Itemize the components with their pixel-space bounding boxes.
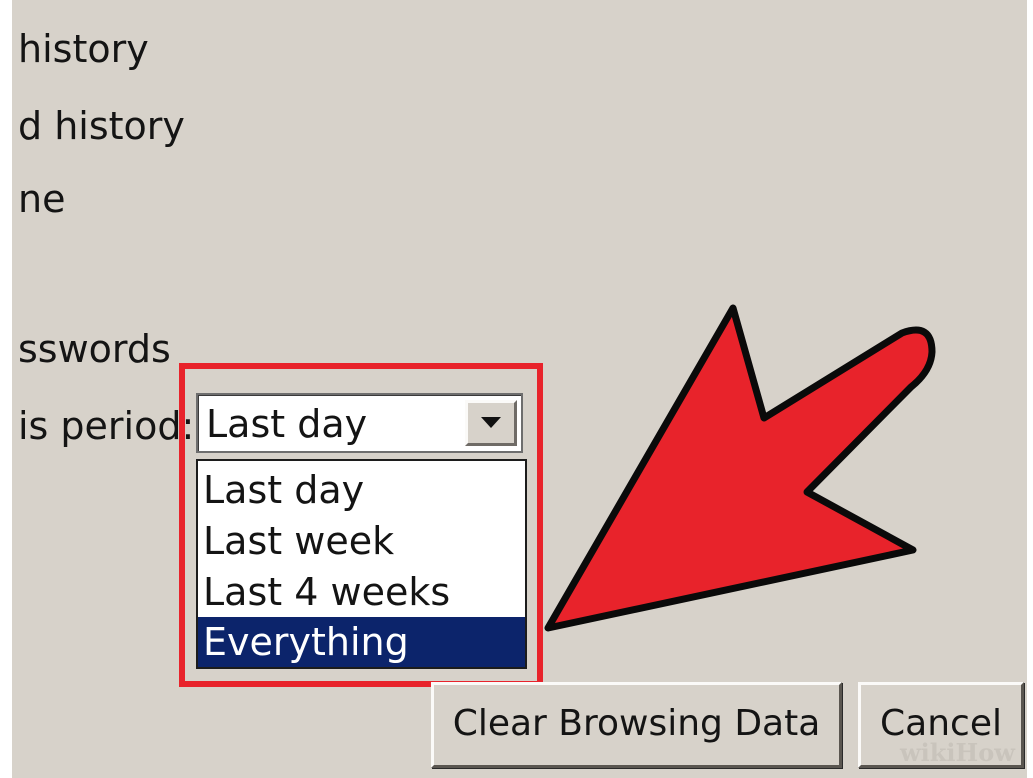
time-period-label: is period: xyxy=(18,404,195,448)
wikihow-watermark: wikiHow xyxy=(900,738,1015,767)
dropdown-option-last-4-weeks[interactable]: Last 4 weeks xyxy=(198,567,525,617)
dropdown-option-last-day[interactable]: Last day xyxy=(198,465,525,515)
time-period-dropdown-list: Last day Last week Last 4 weeks Everythi… xyxy=(196,459,527,669)
screenshot-left-edge xyxy=(0,0,12,778)
dropdown-option-everything[interactable]: Everything xyxy=(198,617,525,667)
dropdown-option-last-week[interactable]: Last week xyxy=(198,516,525,566)
option-label-cache: ne xyxy=(18,177,66,221)
option-label-passwords: sswords xyxy=(18,327,171,371)
chevron-down-icon[interactable] xyxy=(465,400,517,446)
option-label-history: history xyxy=(18,27,149,71)
screenshot-right-edge xyxy=(1027,0,1033,778)
option-label-download-history: d history xyxy=(18,104,185,148)
time-period-selected-value: Last day xyxy=(206,402,368,446)
clear-browsing-data-button[interactable]: Clear Browsing Data xyxy=(431,682,842,768)
time-period-select[interactable]: Last day xyxy=(196,393,523,453)
